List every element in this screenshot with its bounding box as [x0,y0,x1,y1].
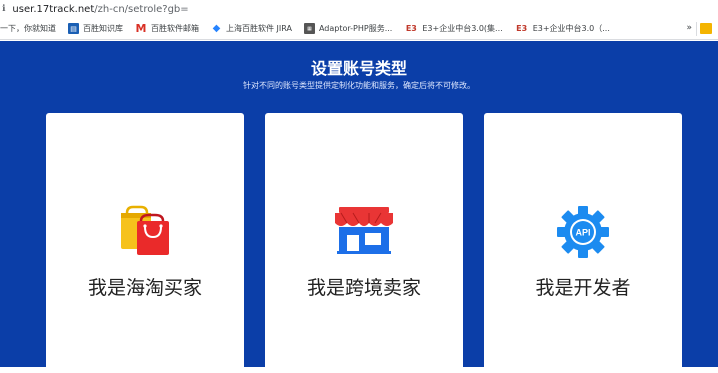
role-card-buyer[interactable]: 我是海淘买家 [46,113,244,373]
bookmark-knowledge-base[interactable]: ▤ 百胜知识库 [68,23,123,34]
role-label: 我是跨境卖家 [306,277,421,299]
bookmark-jira[interactable]: ◆ 上海百胜软件 JIRA [211,23,292,34]
main-panel: 设置账号类型 针对不同的账号类型提供定制化功能和服务，确定后将不可修改。 我是海… [0,41,718,373]
bookmark-label: 一下，你就知道 [0,24,56,33]
storefront-icon [265,205,463,257]
bookmark-label: 百胜知识库 [83,24,123,33]
address-bar[interactable]: ℹ user.17track.net /zh-cn/setrole?gb= [0,0,718,18]
e3-icon: E3 [405,24,417,33]
knowledge-base-icon: ▤ [68,23,79,34]
bookmark-label: 百胜软件邮箱 [151,24,199,33]
adaptor-icon: ▦ [303,23,315,34]
svg-text:API: API [575,228,590,238]
e3-icon: E3 [516,24,528,33]
gmail-icon: M [135,22,147,35]
api-gear-icon: API [484,205,682,258]
page-title: 设置账号类型 [310,59,407,78]
bookmark-e3-a[interactable]: E3 E3+企业中台3.0(集... [404,23,503,34]
bookmark-label: E3+企业中台3.0（... [532,24,610,33]
more-bookmarks-button[interactable]: » [686,23,692,33]
page-subtitle: 针对不同的账号类型提供定制化功能和服务，确定后将不可修改。 [243,81,475,90]
jira-icon: ◆ [212,23,221,34]
bookmark-adaptor[interactable]: ▦ Adaptor-PHP服务... [303,23,393,34]
bookmark-e3-b[interactable]: E3 E3+企业中台3.0（... [515,23,610,34]
shopping-bags-icon [46,205,244,257]
bookmark-label: 上海百胜软件 JIRA [226,24,292,33]
bookmark-label: E3+企业中台3.0(集... [422,24,503,33]
bookmarks-bar: 一下，你就知道 ▤ 百胜知识库 M 百胜软件邮箱 ◆ 上海百胜软件 JIRA ▦… [0,18,718,40]
role-card-seller[interactable]: 我是跨境卖家 [265,113,463,373]
bookmarks-divider [696,22,697,36]
url-path: /zh-cn/setrole?gb= [94,3,189,15]
bookmark-mail[interactable]: M 百胜软件邮箱 [135,22,199,35]
folder-icon[interactable] [700,23,712,34]
role-label: 我是开发者 [535,277,631,299]
role-label: 我是海淘买家 [87,277,202,299]
bookmark-baidu[interactable]: 一下，你就知道 [0,23,56,34]
url-host: user.17track.net [12,3,95,15]
bookmark-label: Adaptor-PHP服务... [318,24,393,33]
role-card-developer[interactable]: API 我是开发者 [484,113,682,373]
info-icon[interactable]: ℹ [2,4,5,14]
